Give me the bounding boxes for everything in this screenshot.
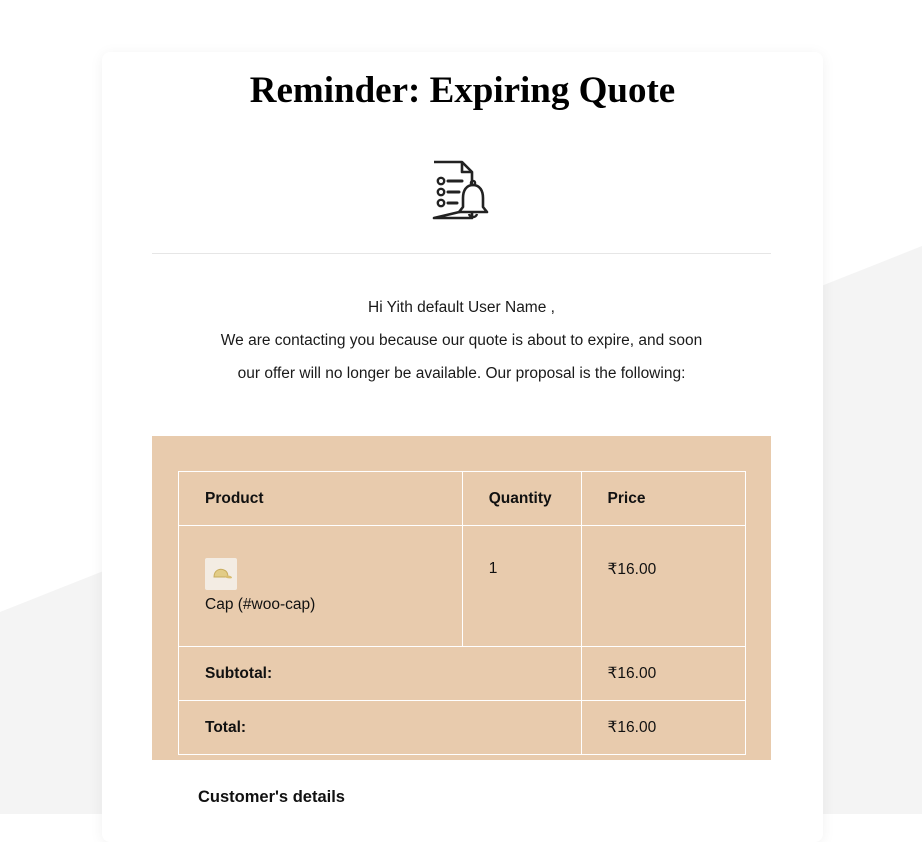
cap-icon <box>213 568 232 579</box>
subtotal-row: Subtotal: ₹16.00 <box>178 646 747 701</box>
product-name[interactable]: Cap (#woo-cap) <box>205 596 315 613</box>
header-divider <box>152 253 771 254</box>
total-label: Total: <box>178 700 582 755</box>
total-value: ₹16.00 <box>580 700 747 755</box>
email-card: Reminder: Expiring Quote Hi Yith default… <box>102 52 823 842</box>
cap-thumbnail-icon[interactable] <box>205 558 237 590</box>
total-row: Total: ₹16.00 <box>178 700 747 755</box>
table-row: Cap (#woo-cap) 1 ₹16.00 <box>178 525 747 647</box>
greeting-text: Hi Yith default User Name , <box>368 299 555 316</box>
price-column-header: Price <box>580 471 747 526</box>
table-header-row: Product Quantity Price <box>178 471 747 526</box>
quantity-column-header: Quantity <box>461 471 582 526</box>
quote-reminder-icon <box>432 160 489 220</box>
quantity-cell: 1 <box>461 525 582 647</box>
quote-summary-box: Product Quantity Price Cap (#woo-cap) 1 … <box>152 436 771 760</box>
product-column-header: Product <box>178 471 463 526</box>
subtotal-value: ₹16.00 <box>580 646 747 701</box>
product-cell: Cap (#woo-cap) <box>178 525 463 647</box>
subtotal-label: Subtotal: <box>178 646 582 701</box>
message-line-2: our offer will no longer be available. O… <box>237 365 686 382</box>
price-cell: ₹16.00 <box>580 525 747 647</box>
quote-table: Product Quantity Price Cap (#woo-cap) 1 … <box>178 471 747 755</box>
intro-message: Hi Yith default User Name , We are conta… <box>152 291 771 390</box>
customer-details-heading: Customer's details <box>198 788 345 806</box>
email-title: Reminder: Expiring Quote <box>249 70 676 111</box>
message-line-1: We are contacting you because our quote … <box>220 332 703 349</box>
